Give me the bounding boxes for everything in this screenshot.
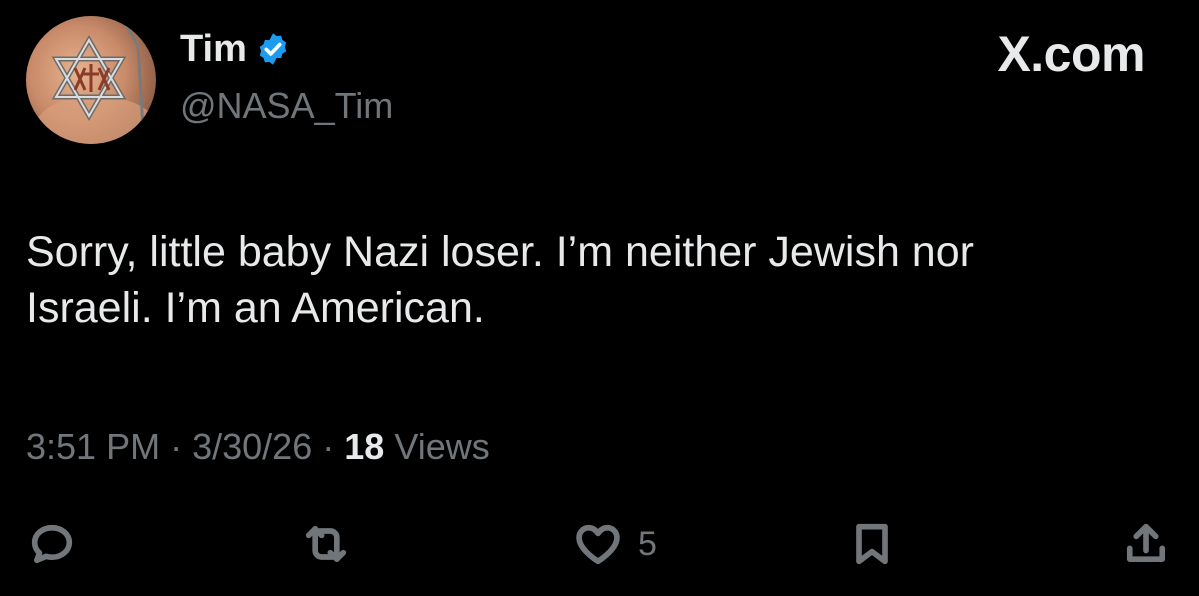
verified-badge-icon (259, 33, 287, 65)
author-display-name[interactable]: Tim (180, 27, 291, 71)
avatar-star-pendant-image (36, 16, 156, 144)
tweet-meta: 3:51 PM · 3/30/26 · 18 Views (26, 424, 490, 470)
heart-icon (576, 524, 620, 565)
bookmark-icon (856, 523, 888, 565)
tweet-time[interactable]: 3:51 PM (26, 426, 160, 467)
tweet-date[interactable]: 3/30/26 (192, 426, 312, 467)
reply-button[interactable] (26, 516, 78, 572)
avatar[interactable] (26, 16, 156, 144)
retweet-icon (305, 526, 347, 562)
tweet-text: Sorry, little baby Nazi loser. I’m neith… (26, 228, 974, 332)
author-handle[interactable]: @NASA_Tim (180, 84, 393, 128)
share-icon (1126, 523, 1166, 562)
like-button[interactable]: 5 (572, 516, 657, 572)
retweet-button[interactable] (300, 516, 352, 572)
bookmark-button[interactable] (846, 516, 898, 572)
share-button[interactable] (1120, 516, 1172, 572)
like-count: 5 (638, 524, 657, 563)
author-name-text: Tim (180, 28, 247, 70)
meta-separator: · (322, 426, 335, 467)
reply-icon (31, 524, 73, 564)
meta-separator: · (170, 426, 183, 467)
views-label[interactable]: Views (394, 426, 489, 467)
brand-logo-text: X.com (997, 26, 1145, 82)
views-count[interactable]: 18 (344, 426, 384, 467)
action-bar: 5 (0, 516, 1199, 576)
